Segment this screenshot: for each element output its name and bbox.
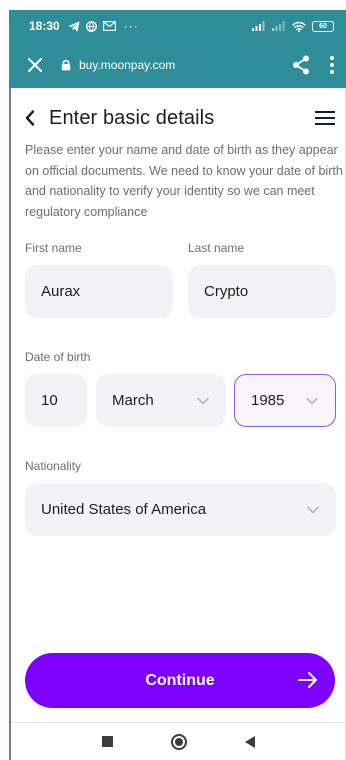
signal-icon	[272, 21, 285, 31]
dob-day-value: 10	[41, 392, 58, 409]
address-bar[interactable]: buy.moonpay.com	[61, 58, 175, 72]
browser-actions	[292, 55, 334, 75]
back-arrow-icon[interactable]	[25, 106, 43, 130]
continue-button[interactable]: Continue	[25, 653, 335, 708]
first-name-value: Aurax	[41, 283, 81, 300]
browser-toolbar: buy.moonpay.com	[9, 42, 346, 88]
more-vert-icon[interactable]	[330, 56, 334, 74]
notification-icons: ···	[68, 19, 139, 33]
battery-icon: 60	[312, 20, 334, 32]
chevron-down-icon	[307, 506, 319, 513]
nationality-label: Nationality	[25, 459, 82, 473]
dob-month-value: March	[112, 392, 154, 409]
url-text: buy.moonpay.com	[79, 58, 176, 72]
arrow-right-icon	[298, 672, 317, 688]
chevron-down-icon	[306, 397, 318, 404]
first-name-label: First name	[25, 241, 82, 255]
status-bar: 18:30 ··· 60	[9, 10, 346, 42]
lock-icon	[61, 59, 71, 71]
back-icon[interactable]	[244, 735, 255, 748]
nationality-select[interactable]: United States of America	[25, 483, 336, 536]
system-icons: 60	[252, 20, 334, 32]
page-title: Enter basic details	[49, 106, 215, 129]
page-header: Enter basic details	[25, 104, 337, 132]
status-time: 18:30	[29, 19, 60, 33]
screen: 18:30 ··· 60 buy.moonpay.com Enter basic…	[0, 0, 346, 760]
chevron-down-icon	[197, 397, 209, 404]
last-name-field[interactable]: Crypto	[188, 265, 336, 318]
hamburger-menu-icon[interactable]	[315, 107, 337, 129]
wifi-icon	[292, 21, 306, 32]
dob-day-field[interactable]: 10	[25, 374, 87, 427]
recents-icon[interactable]	[101, 736, 113, 747]
nationality-value: United States of America	[41, 501, 207, 518]
home-icon[interactable]	[170, 733, 187, 750]
close-icon[interactable]	[23, 53, 47, 77]
intro-text: Please enter your name and date of birth…	[25, 143, 343, 219]
dob-label: Date of birth	[25, 350, 91, 364]
dob-month-select[interactable]: March	[96, 374, 226, 427]
system-nav-bar	[11, 722, 345, 760]
first-name-field[interactable]: Aurax	[25, 265, 173, 318]
share-icon[interactable]	[292, 55, 310, 75]
more-notifications: ···	[123, 19, 139, 33]
continue-label: Continue	[145, 671, 215, 689]
last-name-label: Last name	[188, 241, 245, 255]
dob-year-value: 1985	[251, 392, 285, 409]
telegram-icon	[68, 21, 80, 31]
globe-icon	[85, 20, 97, 32]
page-content: Enter basic details Please enter your na…	[11, 88, 345, 722]
last-name-value: Crypto	[204, 283, 249, 300]
dob-year-select[interactable]: 1985	[234, 374, 336, 427]
signal-icon	[252, 21, 265, 31]
gmail-icon	[102, 21, 116, 31]
